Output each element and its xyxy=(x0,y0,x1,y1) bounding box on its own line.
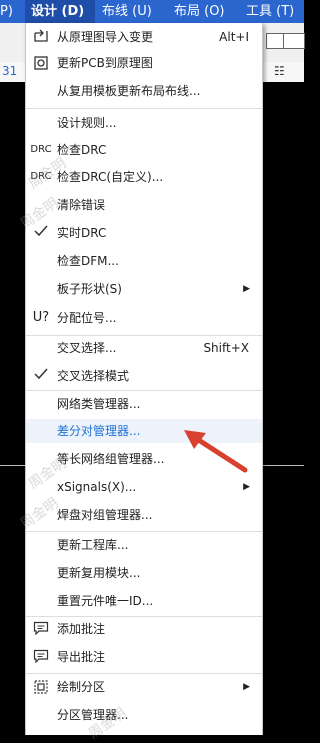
partition-icon xyxy=(32,679,50,695)
menu-item-check-dfm[interactable]: 检查DFM... xyxy=(26,249,262,273)
assign-designator-icon: U? xyxy=(32,310,50,325)
menu-design[interactable]: 设计 (D) xyxy=(25,0,95,23)
menu-item-import-changes[interactable]: 从原理图导入变更 Alt+I xyxy=(26,25,262,49)
submenu-arrow-icon: ▶ xyxy=(243,682,250,692)
comment-icon xyxy=(32,621,50,637)
shortcut-label: Shift+X xyxy=(203,341,249,355)
menu-item-partition-manager[interactable]: 分区管理器... xyxy=(26,703,262,727)
menu-item-clear-errors[interactable]: 清除错误 xyxy=(26,193,262,217)
menu-item-label: 设计规则... xyxy=(57,116,117,130)
menu-item-export-comment[interactable]: 导出批注 xyxy=(26,645,262,669)
menu-item-label: 更新复用模块... xyxy=(57,566,141,580)
menu-item-design-rules[interactable]: 设计规则... xyxy=(26,111,262,135)
menu-layout[interactable]: 布局 (O) xyxy=(174,0,225,23)
menu-item-reset-unique-id[interactable]: 重置元件唯一ID... xyxy=(26,589,262,613)
menu-item-label: 从原理图导入变更 xyxy=(57,30,154,44)
menubar: P) 设计 (D) 布线 (U) 布局 (O) 工具 (T) xyxy=(0,0,304,23)
menu-item-draw-partition[interactable]: 绘制分区 ▶ xyxy=(26,675,262,699)
menu-item-update-pcb[interactable]: 更新PCB到原理图 xyxy=(26,51,262,75)
menu-item-realtime-drc[interactable]: 实时DRC xyxy=(26,221,262,245)
separator xyxy=(26,390,262,391)
separator xyxy=(26,531,262,532)
menu-item-label: 交叉选择... xyxy=(57,341,117,355)
menu-item-label: 绘制分区 xyxy=(57,680,106,694)
menu-item-label: 交叉选择模式 xyxy=(57,369,130,383)
shortcut-label: Alt+I xyxy=(219,30,249,44)
submenu-arrow-icon: ▶ xyxy=(243,284,250,294)
annotation-arrow-icon xyxy=(184,430,248,473)
menu-item-xsignals[interactable]: xSignals(X)... ▶ xyxy=(26,475,262,499)
submenu-arrow-icon: ▶ xyxy=(243,482,250,492)
menu-partial-item[interactable]: P) xyxy=(0,0,13,23)
separator xyxy=(26,108,262,109)
menu-item-label: 差分对管理器... xyxy=(57,424,141,438)
separator xyxy=(26,673,262,674)
toolbar-button[interactable] xyxy=(283,33,305,49)
menu-item-cross-select-mode[interactable]: 交叉选择模式 xyxy=(26,364,262,388)
check-icon xyxy=(32,225,50,241)
menu-item-label: 检查DRC xyxy=(57,143,107,157)
menu-item-label: 检查DFM... xyxy=(57,254,119,268)
canvas-line xyxy=(0,465,25,466)
import-icon xyxy=(32,29,50,45)
export-comment-icon xyxy=(32,649,50,665)
menu-item-label: 更新工程库... xyxy=(57,538,129,552)
menu-item-label: 等长网络组管理器... xyxy=(57,452,165,466)
menu-item-label: 重置元件唯一ID... xyxy=(57,594,154,608)
menu-item-update-reuse-module[interactable]: 更新复用模块... xyxy=(26,561,262,585)
menu-item-label: 清除错误 xyxy=(57,198,106,212)
menu-item-label: 添加批注 xyxy=(57,622,106,636)
menu-item-add-comment[interactable]: 添加批注 xyxy=(26,617,262,641)
layer-icon[interactable]: ☷ xyxy=(274,64,285,78)
design-dropdown-menu: 从原理图导入变更 Alt+I 更新PCB到原理图 从复用模板更新布局布线... … xyxy=(18,23,263,742)
menu-routing[interactable]: 布线 (U) xyxy=(102,0,152,23)
ruler-number: 31 xyxy=(2,64,18,78)
menu-item-check-drc-custom[interactable]: DRC 检查DRC(自定义)... xyxy=(26,165,262,189)
menu-item-label: 焊盘对组管理器... xyxy=(57,508,153,522)
menu-item-label: 网络类管理器... xyxy=(57,397,141,411)
menu-item-label: xSignals(X)... xyxy=(57,480,137,494)
menu-item-label: 更新PCB到原理图 xyxy=(57,56,153,70)
ruler-left: 31 xyxy=(0,62,25,82)
ruler-right: ☷ xyxy=(262,62,304,82)
menu-item-label: 板子形状(S) xyxy=(57,282,122,296)
menu-item-label: 实时DRC xyxy=(57,226,107,240)
menu-item-label: 分配位号... xyxy=(57,311,117,325)
menu-item-label: 导出批注 xyxy=(57,650,106,664)
menu-item-assign-designator[interactable]: U? 分配位号... xyxy=(26,306,262,330)
check-icon xyxy=(32,368,50,384)
menu-item-check-drc[interactable]: DRC 检查DRC xyxy=(26,138,262,162)
menu-item-pad-pair-manager[interactable]: 焊盘对组管理器... xyxy=(26,503,262,527)
menu-item-label: 分区管理器... xyxy=(57,708,129,722)
menu-item-cross-select[interactable]: 交叉选择... Shift+X xyxy=(26,336,262,360)
drc-custom-icon: DRC xyxy=(30,171,52,182)
menu-item-update-project-library[interactable]: 更新工程库... xyxy=(26,533,262,557)
update-pcb-icon xyxy=(32,55,50,71)
menu-item-label: 从复用模板更新布局布线... xyxy=(57,84,201,98)
menu-item-board-shape[interactable]: 板子形状(S) ▶ xyxy=(26,277,262,301)
menu-item-label: 检查DRC(自定义)... xyxy=(57,170,164,184)
drc-icon: DRC xyxy=(30,144,52,155)
menu-item-net-class-manager[interactable]: 网络类管理器... xyxy=(26,392,262,416)
menu-item-update-from-template[interactable]: 从复用模板更新布局布线... xyxy=(26,79,262,103)
menu-tools[interactable]: 工具 (T) xyxy=(246,0,294,23)
canvas-line xyxy=(262,465,304,466)
